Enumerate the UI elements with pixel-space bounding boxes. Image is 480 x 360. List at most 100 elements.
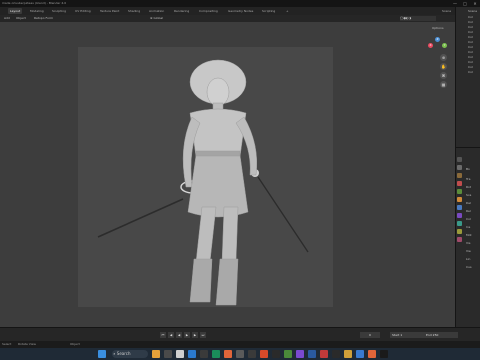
app-icon[interactable] bbox=[368, 350, 376, 358]
tab-rendering[interactable]: Rendering bbox=[172, 8, 191, 14]
scene-selector[interactable]: Scene bbox=[440, 8, 453, 14]
tab-compositing[interactable]: Compositing bbox=[197, 8, 220, 14]
prev-keyframe-button[interactable]: ◀ bbox=[168, 332, 174, 338]
property-row[interactable]: Lin bbox=[466, 257, 470, 261]
end-frame-field[interactable]: End 250 bbox=[424, 332, 458, 338]
app-icon[interactable] bbox=[164, 350, 172, 358]
shading-mode-buttons[interactable]: ◯●◐◑ bbox=[400, 16, 436, 21]
jump-start-button[interactable]: ⏮ bbox=[160, 332, 166, 338]
outliner-row[interactable]: Col bbox=[468, 65, 473, 69]
play-reverse-button[interactable]: ◀ bbox=[176, 332, 182, 338]
start-value: 1 bbox=[400, 333, 403, 337]
maximize-button[interactable]: □ bbox=[460, 0, 470, 7]
file-explorer-icon[interactable] bbox=[152, 350, 160, 358]
data-tab-icon[interactable] bbox=[457, 229, 462, 234]
retopo-menu[interactable]: Retopo Form bbox=[34, 16, 53, 21]
next-keyframe-button[interactable]: ▶ bbox=[192, 332, 198, 338]
outliner-row[interactable]: Col bbox=[468, 70, 473, 74]
app-icon[interactable] bbox=[188, 350, 196, 358]
add-menu[interactable]: Add bbox=[4, 16, 10, 21]
outliner-row[interactable]: Col bbox=[468, 45, 473, 49]
sculpt-render-area bbox=[78, 47, 333, 307]
app-icon[interactable] bbox=[380, 350, 388, 358]
outliner-row[interactable]: Col bbox=[468, 35, 473, 39]
tool-tab-icon[interactable] bbox=[457, 157, 462, 162]
property-row[interactable]: Tra bbox=[466, 177, 470, 181]
outliner-row[interactable]: Col bbox=[468, 55, 473, 59]
tab-animation[interactable]: Animation bbox=[147, 8, 166, 14]
tab-shading[interactable]: Shading bbox=[126, 8, 142, 14]
property-row[interactable]: Ins bbox=[466, 225, 470, 229]
app-icon[interactable] bbox=[260, 350, 268, 358]
minimize-button[interactable]: — bbox=[450, 0, 460, 7]
close-button[interactable]: ✕ bbox=[470, 0, 480, 7]
app-icon[interactable] bbox=[236, 350, 244, 358]
app-icon[interactable] bbox=[200, 350, 208, 358]
camera-icon[interactable]: ⌘ bbox=[440, 72, 447, 79]
physics-tab-icon[interactable] bbox=[457, 213, 462, 218]
property-row[interactable]: Rel bbox=[466, 209, 471, 213]
property-row[interactable]: Mot bbox=[466, 233, 472, 237]
transform-orientation[interactable]: ⊕ Global bbox=[150, 16, 163, 21]
tab-scripting[interactable]: Scripting bbox=[260, 8, 277, 14]
blender-icon[interactable] bbox=[224, 350, 232, 358]
app-icon[interactable] bbox=[212, 350, 220, 358]
taskbar-search[interactable]: ⌕ Search bbox=[112, 350, 148, 358]
object-tab-icon[interactable] bbox=[457, 197, 462, 202]
property-row[interactable]: Vis bbox=[466, 241, 470, 245]
tab-uv-editing[interactable]: UV Editing bbox=[73, 8, 93, 14]
world-tab-icon[interactable] bbox=[457, 189, 462, 194]
start-frame-field[interactable]: Start 1 bbox=[390, 332, 424, 338]
object-menu[interactable]: Object bbox=[16, 16, 26, 21]
material-tab-icon[interactable] bbox=[457, 237, 462, 242]
y-axis-gizmo[interactable]: Y bbox=[442, 43, 447, 48]
tab-layout[interactable]: Layout bbox=[8, 8, 23, 14]
tab-sculpting[interactable]: Sculpting bbox=[50, 8, 68, 14]
outliner-row[interactable]: Scene bbox=[468, 9, 477, 13]
property-row[interactable]: Del bbox=[466, 201, 471, 205]
outliner-row[interactable]: Col bbox=[468, 15, 473, 19]
z-axis-gizmo[interactable]: Z bbox=[435, 37, 440, 42]
grid-icon[interactable]: ▦ bbox=[440, 81, 447, 88]
app-icon[interactable] bbox=[356, 350, 364, 358]
app-icon[interactable] bbox=[176, 350, 184, 358]
property-row[interactable]: Vie bbox=[466, 249, 471, 253]
windows-start-icon[interactable] bbox=[98, 350, 106, 358]
outliner-row[interactable]: Col bbox=[468, 30, 473, 34]
pan-hand-icon[interactable]: ✋ bbox=[440, 63, 447, 70]
zoom-icon[interactable]: ⊕ bbox=[440, 54, 447, 61]
add-workspace-button[interactable]: + bbox=[284, 8, 291, 14]
app-icon[interactable] bbox=[308, 350, 316, 358]
tab-texture-paint[interactable]: Texture Paint bbox=[98, 8, 121, 14]
output-tab-icon[interactable] bbox=[457, 173, 462, 178]
app-icon[interactable] bbox=[344, 350, 352, 358]
property-row[interactable]: Sca bbox=[466, 193, 471, 197]
tab-modeling[interactable]: Modeling bbox=[28, 8, 46, 14]
app-icon[interactable] bbox=[284, 350, 292, 358]
constraint-tab-icon[interactable] bbox=[457, 221, 462, 226]
property-row[interactable]: Bo bbox=[466, 167, 470, 171]
tab-geometry-nodes[interactable]: Geometry Nodes bbox=[226, 8, 255, 14]
outliner-row[interactable]: Col bbox=[468, 40, 473, 44]
right-boot bbox=[215, 258, 239, 306]
current-frame-field[interactable]: 0 bbox=[360, 332, 380, 338]
scene-tab-icon[interactable] bbox=[457, 181, 462, 186]
property-row[interactable]: Cus bbox=[466, 265, 472, 269]
x-axis-gizmo[interactable]: X bbox=[428, 43, 433, 48]
jump-end-button[interactable]: ⏭ bbox=[200, 332, 206, 338]
outliner-row[interactable]: Col bbox=[468, 60, 473, 64]
modifier-tab-icon[interactable] bbox=[457, 205, 462, 210]
app-icon[interactable] bbox=[296, 350, 304, 358]
options-button[interactable]: Options bbox=[432, 26, 444, 30]
app-icon[interactable] bbox=[248, 350, 256, 358]
play-button[interactable]: ▶ bbox=[184, 332, 190, 338]
app-icon[interactable] bbox=[320, 350, 328, 358]
render-tab-icon[interactable] bbox=[457, 165, 462, 170]
app-icon[interactable] bbox=[272, 350, 280, 358]
property-row[interactable]: Col bbox=[466, 217, 471, 221]
outliner-row[interactable]: Col bbox=[468, 50, 473, 54]
property-row[interactable]: Rot bbox=[466, 185, 471, 189]
app-icon[interactable] bbox=[332, 350, 340, 358]
outliner-row[interactable]: Col bbox=[468, 20, 473, 24]
outliner-row[interactable]: Col bbox=[468, 25, 473, 29]
